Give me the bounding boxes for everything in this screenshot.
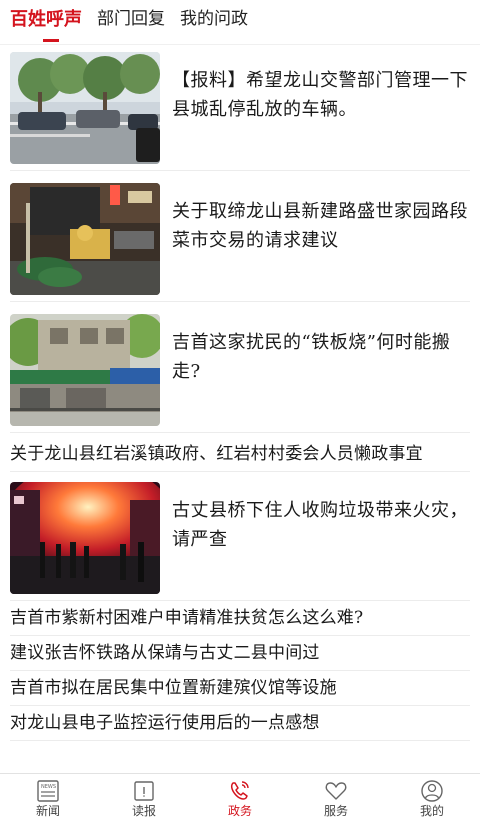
list-item[interactable]: 关于龙山县红岩溪镇政府、红岩村村委会人员懒政事宜 bbox=[10, 437, 470, 472]
tab-my-questions[interactable]: 我的问政 bbox=[180, 0, 248, 28]
nav-label: 政务 bbox=[227, 804, 252, 818]
bottom-navigation: NEWS 新闻 读报 政务 服务 我的 bbox=[0, 773, 480, 824]
svg-text:NEWS: NEWS bbox=[41, 784, 56, 790]
app-root: 百姓呼声 部门回复 我的问政 【报料】希望龙山交警部门管理一下县城乱停乱放的车辆… bbox=[0, 0, 480, 824]
tab-department-reply[interactable]: 部门回复 bbox=[97, 0, 165, 28]
shop-building-photo bbox=[10, 314, 160, 426]
nav-label: 读报 bbox=[131, 804, 156, 818]
article-list: 【报料】希望龙山交警部门管理一下县城乱停乱放的车辆。 关于取缔龙山县新建路盛世家… bbox=[10, 52, 470, 741]
list-item[interactable]: 吉首市拟在居民集中位置新建殡仪馆等设施 bbox=[10, 671, 470, 706]
list-item[interactable]: 吉首市紫新村困难户申请精准扶贫怎么这么难? bbox=[10, 601, 470, 636]
article-title: 【报料】希望龙山交警部门管理一下县城乱停乱放的车辆。 bbox=[172, 70, 468, 120]
newspaper-icon: NEWS bbox=[37, 780, 59, 802]
user-icon bbox=[421, 780, 443, 802]
list-item[interactable]: 【报料】希望龙山交警部门管理一下县城乱停乱放的车辆。 bbox=[10, 52, 470, 171]
nav-news[interactable]: NEWS 新闻 bbox=[13, 774, 83, 818]
article-title: 吉首这家扰民的“铁板烧”何时能搬走? bbox=[172, 332, 451, 382]
night-market-photo bbox=[10, 183, 160, 295]
list-item[interactable]: 古丈县桥下住人收购垃圾带来火灾，请严查 bbox=[10, 482, 470, 601]
reader-icon bbox=[134, 781, 154, 801]
nav-government[interactable]: 政务 bbox=[205, 774, 275, 818]
list-item[interactable]: 关于取缔龙山县新建路盛世家园路段菜市交易的请求建议 bbox=[10, 183, 470, 302]
nav-label: 我的 bbox=[419, 804, 444, 818]
tab-divider bbox=[0, 44, 480, 45]
article-title: 关于取缔龙山县新建路盛世家园路段菜市交易的请求建议 bbox=[172, 201, 468, 251]
nav-mine[interactable]: 我的 bbox=[397, 774, 467, 818]
list-item[interactable]: 对龙山县电子监控运行使用后的一点感想 bbox=[10, 706, 470, 741]
tab-public-voice[interactable]: 百姓呼声 bbox=[10, 0, 82, 42]
nav-reader[interactable]: 读报 bbox=[109, 774, 179, 818]
article-title: 古丈县桥下住人收购垃圾带来火灾，请严查 bbox=[172, 500, 468, 550]
top-tab-bar: 百姓呼声 部门回复 我的问政 bbox=[0, 0, 480, 46]
fire-night-photo bbox=[10, 482, 160, 594]
heart-icon bbox=[325, 782, 347, 800]
nav-label: 新闻 bbox=[35, 804, 60, 818]
nav-label: 服务 bbox=[323, 804, 348, 818]
street-cars-photo bbox=[10, 52, 160, 164]
nav-service[interactable]: 服务 bbox=[301, 774, 371, 818]
phone-icon bbox=[230, 781, 249, 800]
list-item[interactable]: 吉首这家扰民的“铁板烧”何时能搬走? bbox=[10, 314, 470, 433]
list-item[interactable]: 建议张吉怀铁路从保靖与古丈二县中间过 bbox=[10, 636, 470, 671]
